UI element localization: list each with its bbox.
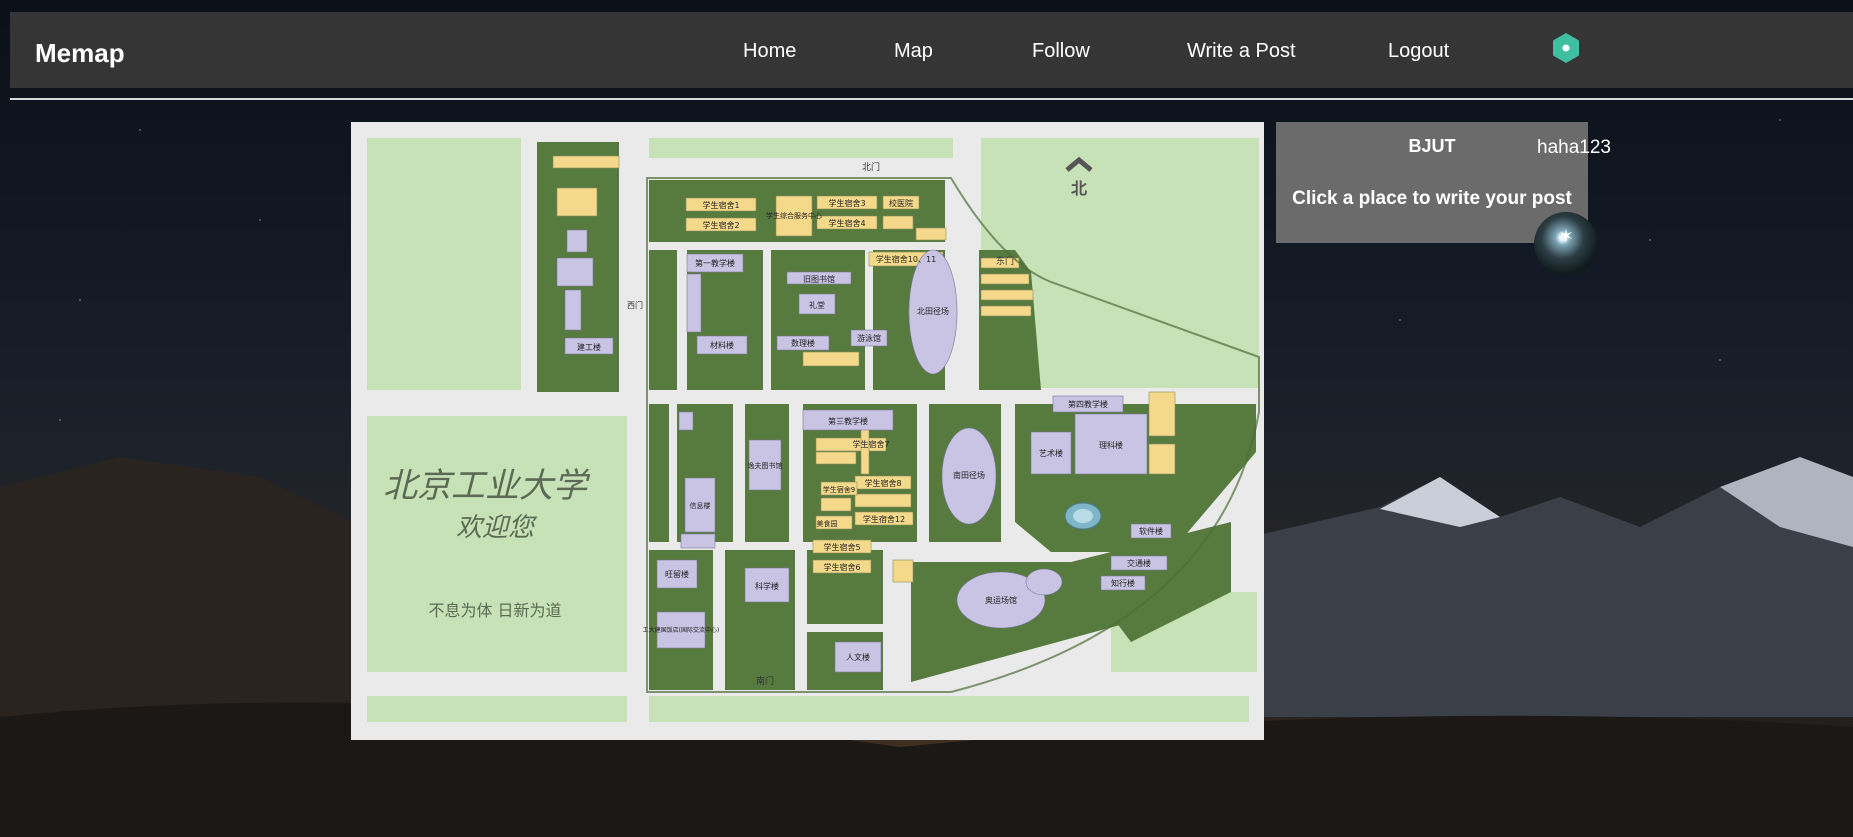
map-label-dorm1[interactable]: 学生宿舍1 — [702, 200, 739, 210]
map-label-jiaotong[interactable]: 交通楼 — [1127, 558, 1151, 568]
map-label-canteen[interactable]: 美食园 — [817, 519, 838, 528]
campus-map[interactable]: 北 北门 东门 西门 南门 学生宿舍1 学生宿舍2 学生宿舍3 学生宿舍4 学生… — [351, 122, 1264, 740]
map-label-teaching1[interactable]: 第一教学楼 — [695, 258, 735, 268]
map-label-west-gate[interactable]: 西门 — [627, 300, 643, 310]
map-label-teaching3[interactable]: 第三教学楼 — [828, 416, 868, 426]
nav-home-link[interactable]: Home — [743, 40, 796, 63]
map-label-dorm9[interactable]: 学生宿舍9 — [823, 485, 855, 494]
write-post-prompt[interactable]: Click a place to write your post — [1276, 188, 1588, 210]
map-label-dorm7[interactable]: 学生宿舍7 — [852, 439, 889, 449]
map-label-lide[interactable]: 理科楼 — [1099, 440, 1123, 450]
nav-logout-link[interactable]: Logout — [1388, 40, 1449, 63]
map-label-zhixing[interactable]: 知行楼 — [1111, 578, 1135, 588]
map-label-teaching-hall[interactable]: 数理楼 — [791, 338, 815, 348]
nav-map-link[interactable]: Map — [894, 40, 933, 63]
map-label-dorm2[interactable]: 学生宿舍2 — [702, 220, 739, 230]
nav-follow-link[interactable]: Follow — [1032, 40, 1090, 63]
map-motto: 不息为体 日新为道 — [428, 601, 561, 620]
top-navbar: Memap Home Map Follow Write a Post Logou… — [10, 12, 1853, 88]
map-label-software[interactable]: 软件楼 — [1139, 526, 1163, 536]
map-label-xinxi[interactable]: 信息楼 — [690, 501, 711, 510]
map-label-dorm4[interactable]: 学生宿舍4 — [828, 218, 865, 228]
user-avatar[interactable]: ✶ — [1534, 212, 1598, 276]
map-label-dorm6[interactable]: 学生宿舍6 — [823, 562, 860, 572]
map-label-hospital[interactable]: 校医院 — [889, 198, 913, 208]
map-label-intl[interactable]: 工大建国饭店(国际交流中心) — [643, 626, 720, 634]
map-label-art[interactable]: 艺术楼 — [1039, 448, 1063, 458]
navbar-divider — [10, 98, 1853, 100]
map-motto-welcome: 欢迎您 — [456, 513, 538, 543]
map-label-auditorium[interactable]: 礼堂 — [809, 300, 825, 310]
map-label-science[interactable]: 科学楼 — [755, 581, 779, 591]
map-label-old-library[interactable]: 旧图书馆 — [803, 274, 835, 284]
map-label-north-field[interactable]: 北田径场 — [917, 306, 949, 316]
hexagon-logo-icon[interactable] — [1550, 32, 1582, 64]
map-label-humanities[interactable]: 人文楼 — [846, 652, 870, 662]
map-motto-school: 北京工业大学 — [383, 466, 591, 506]
map-label-jiegong[interactable]: 建工楼 — [577, 342, 601, 352]
map-label-yifu-library[interactable]: 逸夫图书馆 — [748, 461, 783, 470]
map-label-dorm3[interactable]: 学生宿舍3 — [828, 198, 865, 208]
map-label-materials[interactable]: 材料楼 — [710, 340, 734, 350]
map-label-dorm10-11[interactable]: 学生宿舍10、11 — [876, 254, 936, 264]
map-label-south-field[interactable]: 南田径场 — [953, 470, 985, 480]
map-label-gym[interactable]: 奥运场馆 — [985, 595, 1017, 605]
map-label-student-center[interactable]: 学生综合服务中心 — [766, 211, 822, 220]
map-label-dorm8[interactable]: 学生宿舍8 — [864, 478, 901, 488]
username-label[interactable]: haha123 — [1537, 137, 1611, 159]
nav-write-post-link[interactable]: Write a Post — [1187, 40, 1296, 63]
map-label-liuxue[interactable]: 旺留楼 — [665, 569, 689, 579]
map-label-south-gate[interactable]: 南门 — [756, 675, 774, 687]
map-label-north-gate[interactable]: 北门 — [862, 161, 880, 173]
map-label-teaching4[interactable]: 第四教学楼 — [1068, 399, 1108, 409]
map-label-natatorium[interactable]: 游泳馆 — [857, 333, 881, 343]
sparkler-icon: ✶ — [1558, 226, 1574, 246]
map-label-north: 北 — [1071, 179, 1087, 198]
map-label-dorm12[interactable]: 学生宿舍12 — [863, 514, 905, 524]
brand-logo[interactable]: Memap — [35, 38, 125, 69]
map-label-dorm5[interactable]: 学生宿舍5 — [823, 542, 860, 552]
